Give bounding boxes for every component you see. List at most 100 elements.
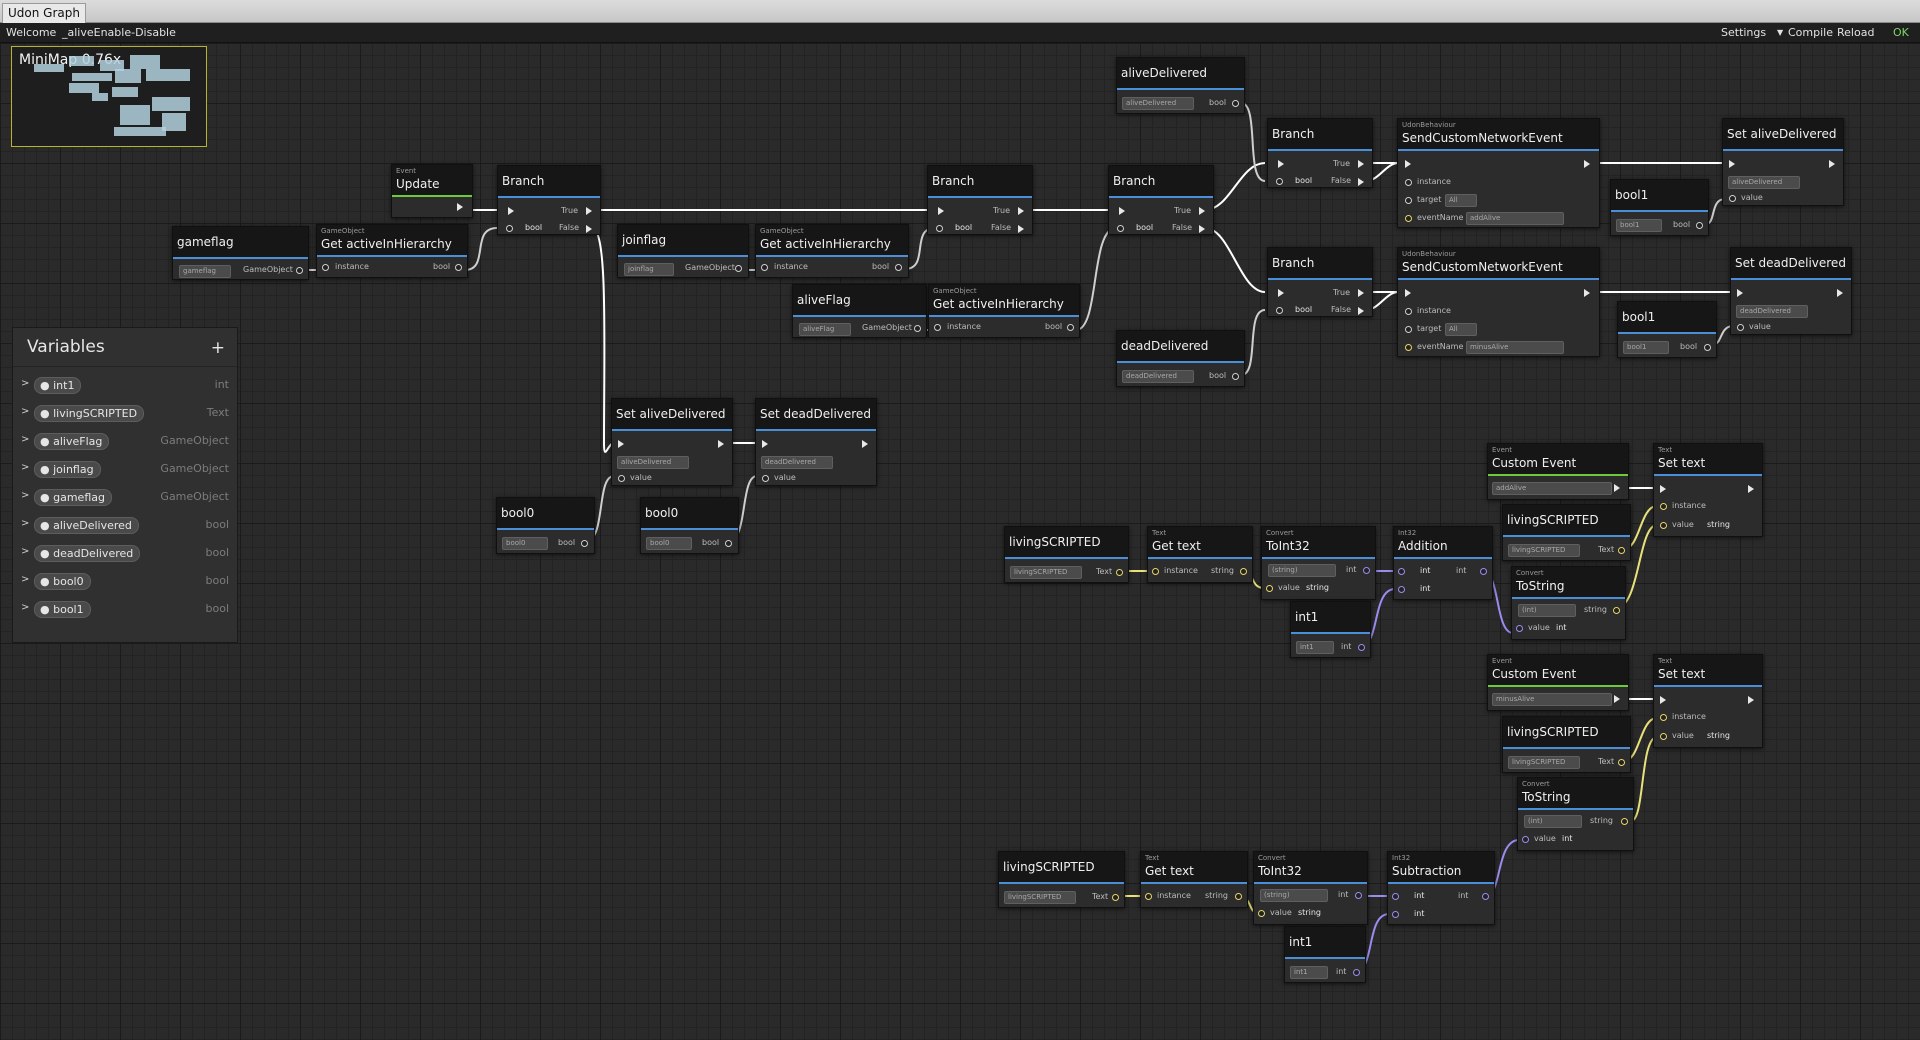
variable-pill[interactable]: int1: [1290, 966, 1328, 979]
output-port[interactable]: [1112, 894, 1119, 901]
variable-name[interactable]: ● int1: [34, 377, 82, 394]
flow-out-port[interactable]: [1614, 695, 1620, 703]
flow-out-port[interactable]: [1837, 289, 1843, 297]
variable-item[interactable]: > ● gameflag GameObject: [13, 486, 237, 508]
flow-out-port[interactable]: [1829, 160, 1835, 168]
flow-out-port[interactable]: [457, 203, 463, 211]
node-livingscripted[interactable]: livingSCRIPTED livingSCRIPTED Text: [1004, 526, 1129, 583]
output-port[interactable]: [1613, 607, 1620, 614]
variable-item[interactable]: > ● int1 int: [13, 374, 237, 396]
node-update[interactable]: Event Update: [391, 164, 473, 218]
variable-name[interactable]: ● aliveDelivered: [34, 517, 139, 534]
value-field[interactable]: (int): [1518, 604, 1576, 617]
node-custom-event[interactable]: Event Custom Event addAlive: [1487, 443, 1629, 500]
chevron-right-icon[interactable]: >: [21, 602, 29, 613]
input-port[interactable]: [1398, 568, 1405, 575]
node-send-custom-network-event[interactable]: UdonBehaviour SendCustomNetworkEvent inst…: [1397, 247, 1600, 357]
reload-button[interactable]: Reload: [1837, 26, 1874, 39]
variable-item[interactable]: > ● aliveDelivered bool: [13, 514, 237, 536]
variable-pill[interactable]: bool1: [1616, 219, 1662, 232]
chevron-right-icon[interactable]: >: [21, 546, 29, 557]
flow-in-port[interactable]: [1405, 289, 1411, 297]
variable-pill[interactable]: deadDelivered: [1736, 305, 1808, 318]
flow-out-port[interactable]: [1358, 307, 1364, 315]
node-get-active-in-hierarchy[interactable]: GameObject Get activeInHierarchy instance…: [928, 284, 1080, 338]
flow-in-port[interactable]: [1729, 160, 1735, 168]
output-port[interactable]: [914, 325, 921, 332]
variable-pill[interactable]: aliveDelivered: [1728, 176, 1800, 189]
flow-out-port[interactable]: [586, 207, 592, 215]
input-port[interactable]: [1737, 324, 1744, 331]
node-int1[interactable]: int1 int1 int: [1290, 601, 1371, 658]
output-port[interactable]: [1235, 893, 1242, 900]
variable-name[interactable]: ● gameflag: [34, 489, 112, 506]
node-bool1[interactable]: bool1 bool1 bool: [1617, 301, 1717, 358]
dropdown-arrow-icon[interactable]: ▼: [1777, 28, 1783, 37]
chevron-right-icon[interactable]: >: [21, 434, 29, 445]
flow-out-port[interactable]: [1614, 484, 1620, 492]
flow-in-port[interactable]: [1405, 160, 1411, 168]
node-branch[interactable]: Branch True bool False: [1267, 118, 1373, 188]
output-port[interactable]: [725, 540, 732, 547]
node-toint32[interactable]: Convert ToInt32 (string) int value string: [1253, 851, 1368, 925]
output-port[interactable]: [1116, 569, 1123, 576]
variable-pill[interactable]: aliveFlag: [799, 323, 851, 336]
output-port[interactable]: [1482, 893, 1489, 900]
node-toint32[interactable]: Convert ToInt32 (string) int value string: [1261, 526, 1376, 600]
node-bool1[interactable]: bool1 bool1 bool: [1610, 179, 1709, 236]
flow-in-port[interactable]: [508, 207, 514, 215]
node-addition[interactable]: Int32 Addition int int int: [1393, 526, 1493, 600]
input-port[interactable]: [1145, 893, 1152, 900]
input-port[interactable]: [1660, 733, 1667, 740]
input-port[interactable]: [1276, 178, 1283, 185]
output-port[interactable]: [1232, 373, 1239, 380]
flow-out-port[interactable]: [718, 440, 724, 448]
output-port[interactable]: [455, 264, 462, 271]
flow-in-port[interactable]: [1660, 485, 1666, 493]
add-variable-button[interactable]: +: [211, 338, 225, 358]
input-port[interactable]: [1392, 911, 1399, 918]
input-port[interactable]: [1405, 197, 1412, 204]
value-field[interactable]: (int): [1524, 815, 1582, 828]
node-livingscripted[interactable]: livingSCRIPTED livingSCRIPTED Text: [998, 851, 1125, 908]
output-port[interactable]: [1353, 969, 1360, 976]
variable-name[interactable]: ● bool0: [34, 573, 91, 590]
node-get-active-in-hierarchy[interactable]: GameObject Get activeInHierarchy instance…: [755, 224, 909, 278]
node-custom-event[interactable]: Event Custom Event minusAlive: [1487, 654, 1629, 711]
variable-pill[interactable]: bool0: [502, 537, 548, 550]
welcome-breadcrumb[interactable]: Welcome: [6, 26, 56, 39]
flow-out-port[interactable]: [1199, 225, 1205, 233]
output-port[interactable]: [1363, 567, 1370, 574]
flow-in-port[interactable]: [618, 440, 624, 448]
flow-out-port[interactable]: [586, 225, 592, 233]
flow-out-port[interactable]: [1584, 160, 1590, 168]
variable-item[interactable]: > ● deadDelivered bool: [13, 542, 237, 564]
node-bool0[interactable]: bool0 bool0 bool: [496, 497, 595, 554]
output-port[interactable]: [296, 267, 303, 274]
chevron-right-icon[interactable]: >: [21, 462, 29, 473]
flow-in-port[interactable]: [938, 207, 944, 215]
output-port[interactable]: [1067, 324, 1074, 331]
flow-out-port[interactable]: [1584, 289, 1590, 297]
input-port[interactable]: [1405, 344, 1412, 351]
graph-name-breadcrumb[interactable]: _aliveEnable-Disable: [62, 26, 176, 39]
flow-in-port[interactable]: [1660, 696, 1666, 704]
minimap[interactable]: MiniMap 0.76x: [11, 46, 207, 147]
variable-item[interactable]: > ● livingSCRIPTED Text: [13, 402, 237, 424]
node-set-text[interactable]: Text Set text instance value string: [1653, 654, 1763, 748]
output-port[interactable]: [1240, 568, 1247, 575]
compile-button[interactable]: Compile: [1788, 26, 1833, 39]
flow-out-port[interactable]: [862, 440, 868, 448]
output-port[interactable]: [1618, 547, 1625, 554]
node-get-text[interactable]: Text Get text instance string: [1140, 851, 1248, 908]
flow-out-port[interactable]: [1358, 289, 1364, 297]
target-dropdown[interactable]: All: [1445, 323, 1477, 336]
chevron-right-icon[interactable]: >: [21, 574, 29, 585]
flow-out-port[interactable]: [1358, 160, 1364, 168]
input-port[interactable]: [506, 225, 513, 232]
input-port[interactable]: [1276, 307, 1283, 314]
input-port[interactable]: [762, 475, 769, 482]
flow-out-port[interactable]: [1018, 207, 1024, 215]
flow-out-port[interactable]: [1358, 178, 1364, 186]
flow-in-port[interactable]: [1278, 160, 1284, 168]
